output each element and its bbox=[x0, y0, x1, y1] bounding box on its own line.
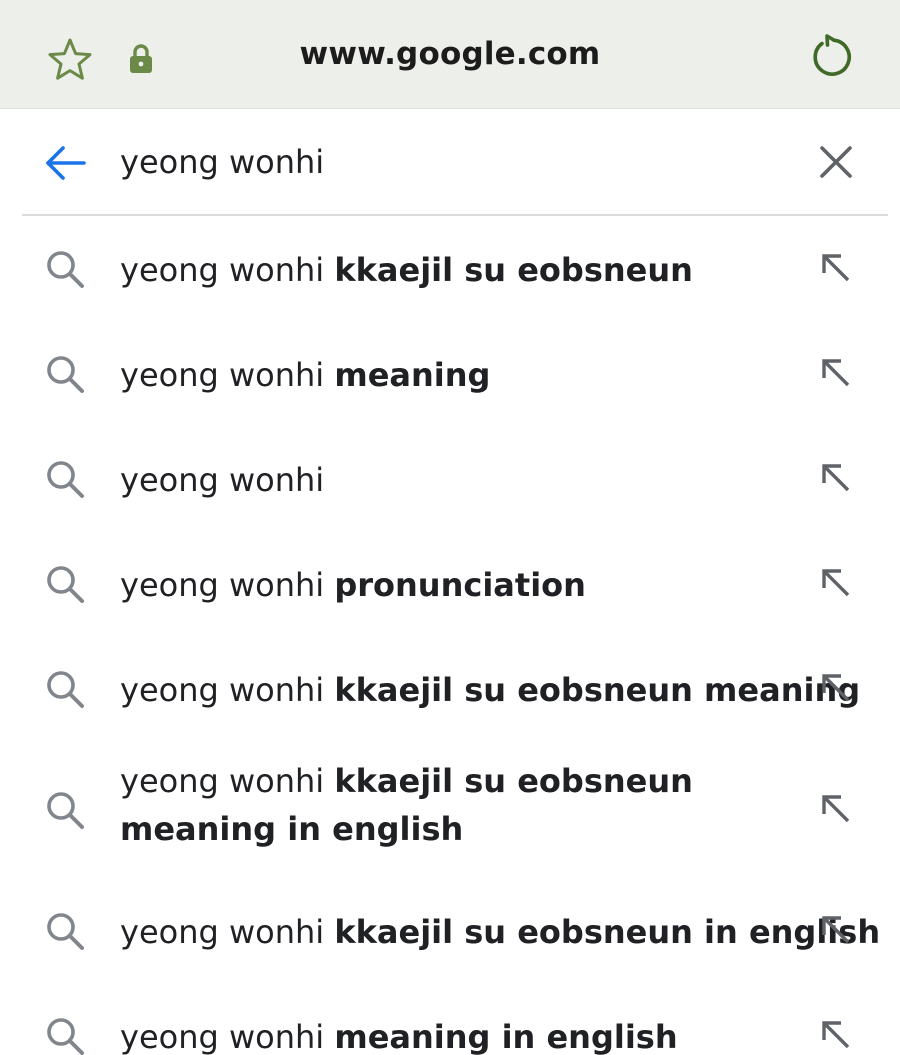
search-icon bbox=[44, 668, 86, 710]
suggestion-text: yeong wonhi meaning bbox=[120, 356, 491, 394]
reload-icon[interactable] bbox=[808, 34, 854, 80]
suggestion-text: yeong wonhi kkaejil su eobsneun meaning bbox=[120, 671, 861, 709]
suggestion-item[interactable]: yeong wonhi meaning in english bbox=[0, 983, 900, 1055]
suggestion-text: yeong wonhi kkaejil su eobsneun bbox=[120, 251, 693, 289]
arrow-up-left-icon[interactable] bbox=[820, 357, 852, 389]
suggestion-item[interactable]: yeong wonhi kkaejil su eobsneun meaning … bbox=[0, 741, 900, 878]
close-icon[interactable] bbox=[818, 144, 854, 180]
suggestion-text: yeong wonhi kkaejil su eobsneun in engli… bbox=[120, 913, 881, 951]
arrow-up-left-icon[interactable] bbox=[820, 252, 852, 284]
suggestion-item[interactable]: yeong wonhi bbox=[0, 426, 900, 531]
address-bar: www.google.com bbox=[0, 0, 900, 109]
search-bar bbox=[0, 108, 900, 215]
search-icon bbox=[44, 458, 86, 500]
suggestion-item[interactable]: yeong wonhi pronunciation bbox=[0, 531, 900, 636]
suggestion-list: yeong wonhi kkaejil su eobsneun yeong wo… bbox=[0, 216, 900, 1055]
suggestion-item[interactable]: yeong wonhi kkaejil su eobsneun in engli… bbox=[0, 878, 900, 983]
search-icon bbox=[44, 1015, 86, 1055]
search-icon bbox=[44, 910, 86, 952]
suggestion-item[interactable]: yeong wonhi kkaejil su eobsneun bbox=[0, 216, 900, 321]
back-arrow-icon[interactable] bbox=[44, 144, 88, 182]
arrow-up-left-icon[interactable] bbox=[820, 567, 852, 599]
search-icon bbox=[44, 353, 86, 395]
arrow-up-left-icon[interactable] bbox=[820, 793, 852, 825]
suggestion-item[interactable]: yeong wonhi kkaejil su eobsneun meaning bbox=[0, 636, 900, 741]
arrow-up-left-icon[interactable] bbox=[820, 462, 852, 494]
search-icon bbox=[44, 563, 86, 605]
arrow-up-left-icon[interactable] bbox=[820, 1019, 852, 1051]
suggestion-text: yeong wonhi bbox=[120, 461, 325, 499]
search-icon bbox=[44, 248, 86, 290]
search-input[interactable] bbox=[120, 136, 780, 188]
url-text[interactable]: www.google.com bbox=[0, 36, 900, 72]
suggestion-text: yeong wonhi kkaejil su eobsneun meaning … bbox=[120, 762, 693, 848]
arrow-up-left-icon[interactable] bbox=[820, 672, 852, 704]
arrow-up-left-icon[interactable] bbox=[820, 914, 852, 946]
suggestion-text: yeong wonhi pronunciation bbox=[120, 566, 586, 604]
browser-window: www.google.com yeong wonhi yeong wonhi k… bbox=[0, 0, 900, 1055]
suggestion-text: yeong wonhi meaning in english bbox=[120, 1018, 678, 1055]
search-icon bbox=[44, 789, 86, 831]
suggestion-item[interactable]: yeong wonhi meaning bbox=[0, 321, 900, 426]
